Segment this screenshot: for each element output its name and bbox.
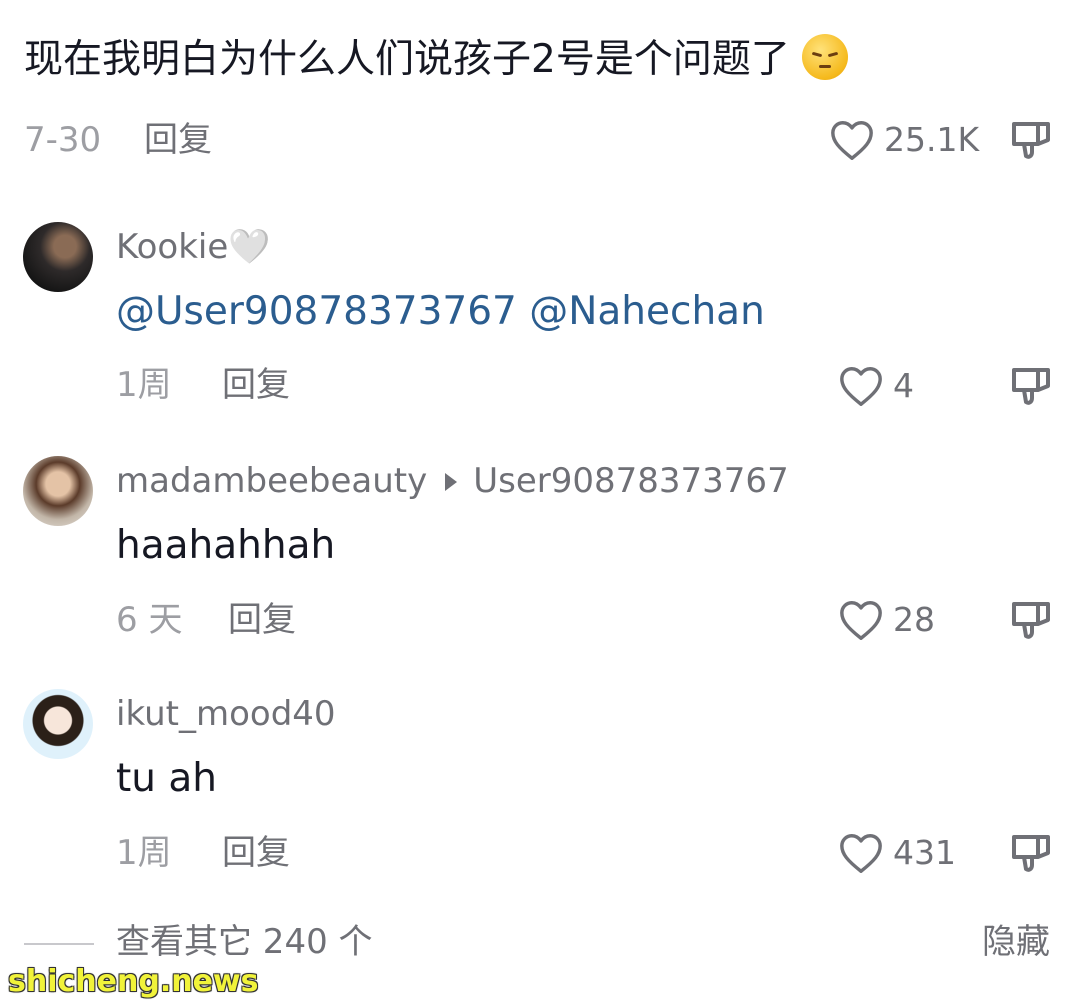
reply-text: haahahhah bbox=[116, 523, 336, 568]
pensive-face-icon bbox=[801, 34, 848, 80]
reply-button[interactable]: 回复 bbox=[228, 600, 296, 640]
reply-date: 6 天 bbox=[116, 600, 183, 640]
main-comment-body: 现在我明白为什么人们说孩子2号是个问题了 bbox=[24, 37, 790, 82]
reply-like-count: 431 bbox=[893, 833, 956, 872]
dislike-icon[interactable] bbox=[1008, 116, 1056, 164]
reply-arrow-icon bbox=[445, 473, 458, 491]
reply-to-username[interactable]: User90878373767 bbox=[473, 461, 788, 501]
avatar[interactable] bbox=[23, 456, 93, 526]
divider bbox=[24, 943, 94, 945]
username[interactable]: Kookie🤍 bbox=[116, 225, 271, 269]
mention-links[interactable]: @User90878373767 @Nahechan bbox=[116, 287, 765, 337]
reply-text: tu ah bbox=[116, 756, 218, 801]
like-heart-icon[interactable] bbox=[838, 364, 884, 408]
reply-date: 1周 bbox=[116, 365, 172, 405]
dislike-icon[interactable] bbox=[1008, 362, 1056, 410]
reply-button[interactable]: 回复 bbox=[222, 833, 290, 873]
view-more-replies-button[interactable]: 查看其它 240 个 bbox=[116, 920, 373, 964]
white-heart-icon: 🤍 bbox=[228, 227, 271, 267]
hide-replies-button[interactable]: 隐藏 bbox=[982, 920, 1050, 964]
reply-date: 1周 bbox=[116, 833, 172, 873]
username-text[interactable]: madambeebeauty bbox=[116, 461, 427, 501]
avatar[interactable] bbox=[23, 222, 93, 292]
main-comment-date: 7-30 bbox=[24, 120, 102, 160]
reply-button[interactable]: 回复 bbox=[222, 365, 290, 405]
avatar[interactable] bbox=[23, 689, 93, 759]
main-comment-text: 现在我明白为什么人们说孩子2号是个问题了 bbox=[24, 30, 848, 90]
like-heart-icon[interactable] bbox=[838, 598, 884, 642]
main-comment-reply-button[interactable]: 回复 bbox=[144, 120, 212, 160]
watermark-text: shicheng.news bbox=[8, 964, 259, 999]
main-comment-like-count: 25.1K bbox=[884, 120, 980, 159]
dislike-icon[interactable] bbox=[1008, 596, 1056, 644]
username-line: madambeebeauty User90878373767 bbox=[116, 459, 789, 503]
like-heart-icon[interactable] bbox=[838, 831, 884, 875]
reply-like-count: 28 bbox=[893, 600, 935, 639]
like-heart-icon[interactable] bbox=[829, 118, 875, 162]
username[interactable]: ikut_mood40 bbox=[116, 692, 336, 736]
username-text: Kookie bbox=[116, 227, 229, 267]
dislike-icon[interactable] bbox=[1008, 829, 1056, 877]
reply-like-count: 4 bbox=[893, 366, 914, 405]
